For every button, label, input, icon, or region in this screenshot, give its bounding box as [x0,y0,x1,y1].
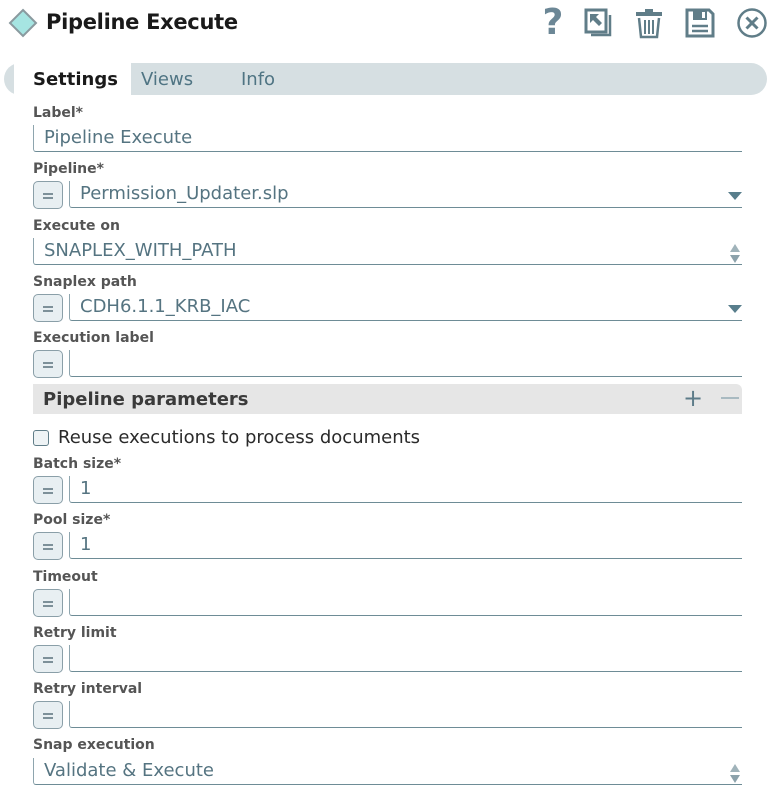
execute-on-field-label: Execute on [33,218,121,234]
snap-header: Pipeline Execute ? [0,0,779,50]
pipeline-select-value: Permission_Updater.slp [80,183,289,204]
batch-size-expression-toggle[interactable] [33,476,63,504]
snap-execution-select[interactable]: Validate & Execute [33,758,742,785]
export-icon [584,8,612,37]
snaplex-path-field-label: Snaplex path [33,274,137,290]
batch-size-field-label: Batch size* [33,456,122,472]
pipeline-field-label: Pipeline* [33,161,104,177]
tab-settings[interactable]: Settings [33,69,118,90]
tab-info[interactable]: Info [241,69,275,90]
plus-icon: + [683,384,704,412]
delete-icon [636,9,662,39]
retry-limit-expression-toggle[interactable] [33,645,63,673]
batch-size-input[interactable]: 1 [69,476,742,503]
snaplex-path-select[interactable]: CDH6.1.1_KRB_IAC [69,294,742,321]
select-spinner-icon[interactable] [730,764,740,784]
snap-title: Pipeline Execute [46,10,238,34]
snaplex-path-select-value: CDH6.1.1_KRB_IAC [80,296,251,317]
pool-size-expression-toggle[interactable] [33,532,63,560]
execute-on-select[interactable]: SNAPLEX_WITH_PATH [33,238,742,265]
pipeline-parameters-section: Pipeline parameters + [33,384,742,414]
chevron-down-icon[interactable] [728,305,742,313]
batch-size-input-value: 1 [80,478,92,499]
close-icon [737,8,767,38]
timeout-expression-toggle[interactable] [33,589,63,617]
close-button[interactable] [734,4,770,42]
label-input-value: Pipeline Execute [44,127,193,148]
timeout-field-label: Timeout [33,569,98,585]
save-button[interactable] [682,4,718,42]
pipeline-select[interactable]: Permission_Updater.slp [69,181,742,208]
reuse-executions-label[interactable]: Reuse executions to process documents [58,427,420,448]
label-field-label: Label* [33,105,84,121]
pipeline-parameters-title: Pipeline parameters [43,389,249,410]
retry-limit-input[interactable] [69,645,742,672]
tab-views[interactable]: Views [141,69,193,90]
pool-size-input-value: 1 [80,534,92,555]
snaplex-path-expression-toggle[interactable] [33,294,63,322]
retry-interval-input[interactable] [69,701,742,728]
pool-size-field-label: Pool size* [33,512,111,528]
retry-interval-field-label: Retry interval [33,681,143,697]
execution-label-field-label: Execution label [33,330,154,346]
execution-label-expression-toggle[interactable] [33,350,63,378]
chevron-down-icon[interactable] [728,192,742,200]
pipeline-expression-toggle[interactable] [33,181,63,209]
reuse-executions-checkbox[interactable] [33,430,49,446]
save-icon [685,8,715,38]
add-parameter-button[interactable]: + [683,386,703,410]
tab-bar: Settings Views Info [4,63,767,95]
label-input[interactable]: Pipeline Execute [33,125,742,152]
snap-execution-field-label: Snap execution [33,737,155,753]
export-button[interactable] [580,4,616,42]
retry-interval-expression-toggle[interactable] [33,701,63,729]
diamond-icon [8,8,38,38]
delete-button[interactable] [631,4,667,42]
execution-label-input[interactable] [69,350,742,377]
remove-parameter-button[interactable] [721,397,739,399]
help-button[interactable]: ? [535,4,571,42]
help-icon: ? [542,2,564,43]
select-spinner-icon[interactable] [730,244,740,264]
execute-on-select-value: SNAPLEX_WITH_PATH [44,240,237,261]
pool-size-input[interactable]: 1 [69,532,742,559]
timeout-input[interactable] [69,589,742,616]
retry-limit-field-label: Retry limit [33,625,117,641]
snap-execution-select-value: Validate & Execute [44,760,214,781]
